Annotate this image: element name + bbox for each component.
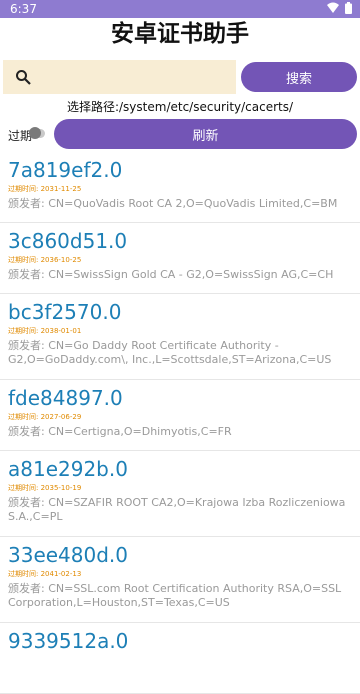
certificate-item[interactable]: 33ee480d.0 过期时间: 2041-02-13 颁发者: CN=SSL.…	[0, 537, 360, 623]
certificate-name: bc3f2570.0	[8, 300, 122, 324]
expiry-date: 2036-10-25	[40, 256, 82, 264]
expiry-date: 2035-10-19	[40, 484, 82, 492]
expiry-label: 过期时间:	[8, 256, 41, 264]
expiry-label: 过期时间:	[8, 327, 41, 335]
certificate-name: 7a819ef2.0	[8, 158, 123, 182]
expiry-date: 2031-11-25	[40, 185, 82, 193]
expiry-label: 过期时间:	[8, 185, 41, 193]
certificate-item[interactable]: 3c860d51.0 过期时间: 2036-10-25 颁发者: CN=Swis…	[0, 223, 360, 294]
issuer-label: 颁发者:	[8, 496, 49, 509]
issuer-label: 颁发者:	[8, 268, 49, 281]
certificate-name: fde84897.0	[8, 386, 123, 410]
expiry-label: 过期时间:	[8, 484, 41, 492]
certificate-name: a81e292b.0	[8, 457, 128, 481]
expiry-date: 2041-02-13	[40, 570, 82, 578]
expired-toggle[interactable]	[29, 127, 45, 139]
certificate-list[interactable]: 7a819ef2.0 过期时间: 2031-11-25 颁发者: CN=QuoV…	[0, 152, 360, 694]
expired-toggle-label: 过期	[8, 129, 33, 143]
expiry-label: 过期时间:	[8, 570, 41, 578]
issuer-label: 颁发者:	[8, 197, 49, 210]
app-title: 安卓证书助手	[111, 21, 249, 47]
search-box[interactable]	[3, 60, 236, 94]
issuer-label: 颁发者:	[8, 339, 49, 352]
issuer-label: 颁发者:	[8, 582, 49, 595]
issuer-text: CN=SwissSign Gold CA - G2,O=SwissSign AG…	[48, 268, 334, 281]
certificate-name: 9339512a.0	[8, 629, 129, 653]
wifi-icon	[327, 2, 339, 13]
certificate-item[interactable]: fde84897.0 过期时间: 2027-06-29 颁发者: CN=Cert…	[0, 380, 360, 451]
expiry-date: 2038-01-01	[40, 327, 82, 335]
search-button[interactable]: 搜索	[241, 62, 357, 92]
search-input[interactable]	[39, 68, 223, 86]
issuer-label: 颁发者:	[8, 425, 49, 438]
certificate-name: 33ee480d.0	[8, 543, 129, 567]
path-label: 选择路径:/system/etc/security/cacerts/	[66, 100, 294, 114]
issuer-text: CN=Go Daddy Root Certificate Authority -…	[8, 339, 332, 366]
refresh-button[interactable]: 刷新	[54, 119, 357, 149]
certificate-item[interactable]: 9339512a.0	[0, 623, 360, 694]
battery-icon	[345, 2, 352, 14]
expiry-label: 过期时间:	[8, 413, 41, 421]
issuer-text: CN=SSL.com Root Certification Authority …	[8, 582, 342, 609]
certificate-item[interactable]: 7a819ef2.0 过期时间: 2031-11-25 颁发者: CN=QuoV…	[0, 152, 360, 223]
certificate-item[interactable]: bc3f2570.0 过期时间: 2038-01-01 颁发者: CN=Go D…	[0, 294, 360, 380]
issuer-text: CN=QuoVadis Root CA 2,O=QuoVadis Limited…	[48, 197, 338, 210]
issuer-text: CN=SZAFIR ROOT CA2,O=Krajowa Izba Rozlic…	[8, 496, 346, 523]
certificate-item[interactable]: a81e292b.0 过期时间: 2035-10-19 颁发者: CN=SZAF…	[0, 451, 360, 537]
status-time: 6:37	[10, 2, 37, 16]
certificate-name: 3c860d51.0	[8, 229, 128, 253]
issuer-text: CN=Certigna,O=Dhimyotis,C=FR	[48, 425, 232, 438]
status-icons	[327, 2, 352, 14]
status-bar: 6:37	[0, 0, 360, 18]
toggle-knob	[29, 127, 41, 139]
expiry-date: 2027-06-29	[40, 413, 82, 421]
search-icon	[16, 70, 31, 85]
